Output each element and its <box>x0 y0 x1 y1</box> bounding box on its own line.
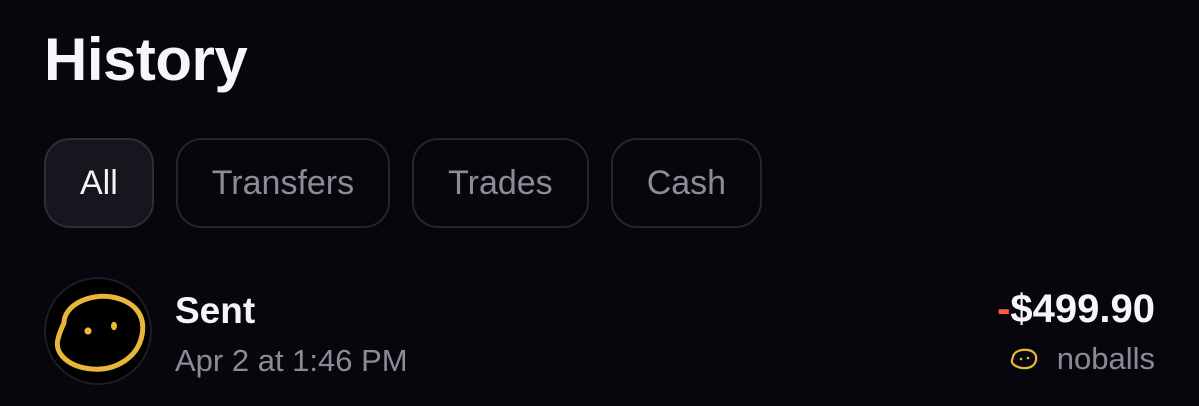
transaction-title: Sent <box>175 290 256 331</box>
page-title: History <box>44 26 248 93</box>
tab-cash[interactable]: Cash <box>610 138 763 228</box>
tab-transfers[interactable]: Transfers <box>175 138 391 228</box>
potato-small-icon <box>1010 348 1038 370</box>
transaction-timestamp: Apr 2 at 1:46 PM <box>175 343 408 378</box>
amount-sign: - <box>997 287 1011 331</box>
tab-all[interactable]: All <box>44 138 154 228</box>
transaction-amount: -$499.90 <box>997 285 1155 333</box>
potato-doodle-icon <box>54 293 146 372</box>
tab-trades[interactable]: Trades <box>412 138 589 228</box>
recipient: noballs <box>1009 339 1155 379</box>
avatar <box>44 277 152 385</box>
history-screen: History All Transfers Trades Cash Sent A… <box>0 0 1199 406</box>
transaction-row[interactable]: Sent Apr 2 at 1:46 PM -$499.90 noballs <box>44 277 1155 387</box>
amount-value: $499.90 <box>1010 287 1155 331</box>
recipient-name: noballs <box>1056 341 1155 376</box>
filter-tabs: All Transfers Trades Cash <box>44 138 763 228</box>
